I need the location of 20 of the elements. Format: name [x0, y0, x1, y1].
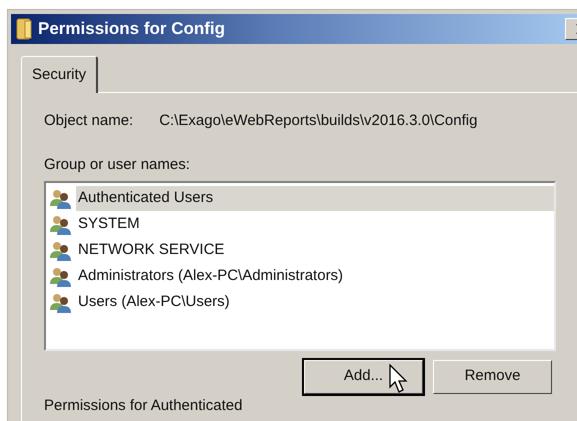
users-icon — [49, 266, 73, 286]
security-tab[interactable]: Security — [21, 56, 98, 92]
permissions-label: Permissions for Authenticated — [44, 398, 244, 414]
list-item[interactable]: Authenticated Users — [76, 186, 554, 211]
object-name-value: C:\Exago\eWebReports\builds\v2016.3.0\Config — [159, 110, 478, 130]
add-button[interactable]: Add... — [304, 360, 423, 394]
users-icon — [49, 188, 73, 208]
list-item[interactable]: NETWORK SERVICE — [76, 238, 226, 263]
mouse-pointer-icon — [389, 364, 409, 394]
object-name-label: Object name: — [44, 110, 134, 130]
users-icon — [49, 292, 73, 312]
list-item[interactable]: SYSTEM — [76, 212, 142, 237]
list-item[interactable]: Administrators (Alex-PC\Administrators) — [76, 264, 346, 289]
list-item[interactable]: Users (Alex-PC\Users) — [76, 290, 232, 315]
group-list-label: Group or user names: — [44, 155, 191, 175]
users-icon — [49, 214, 73, 234]
window-title: Permissions for Config — [38, 18, 226, 40]
users-icon — [49, 240, 73, 260]
folder-icon — [16, 18, 32, 40]
remove-button[interactable]: Remove — [433, 360, 552, 394]
